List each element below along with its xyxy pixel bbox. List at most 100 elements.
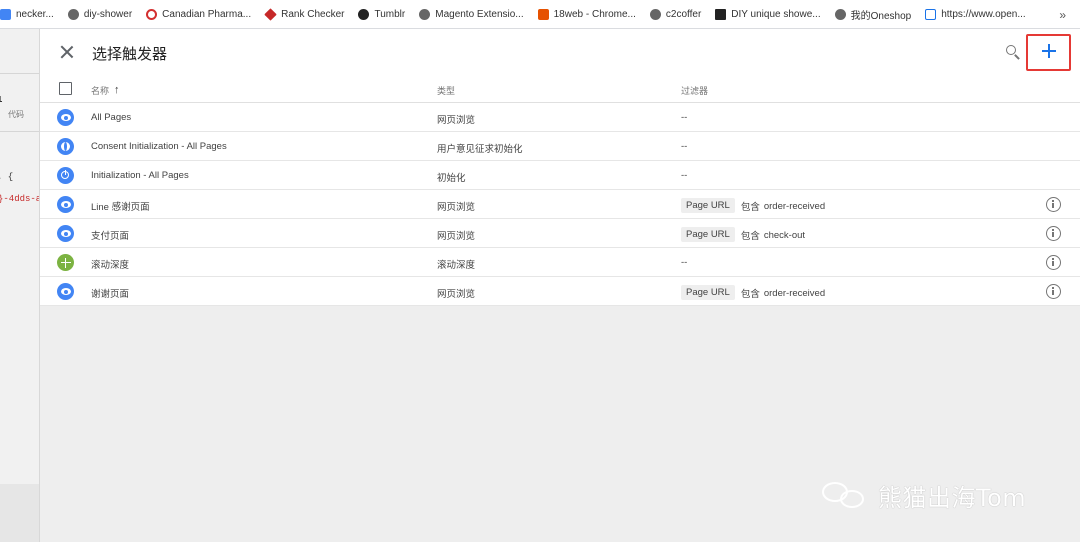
trigger-filter: Page URL 包含 order-received bbox=[681, 197, 826, 213]
search-icon-handle bbox=[1014, 54, 1020, 60]
globe-icon bbox=[649, 8, 661, 20]
trigger-name[interactable]: Line 感谢页面 bbox=[91, 199, 150, 213]
background-text: 代码 bbox=[8, 110, 24, 119]
bookmark-label: diy-shower bbox=[83, 8, 133, 20]
background-text: . { bbox=[0, 172, 14, 182]
web-icon bbox=[537, 8, 549, 20]
globe-icon bbox=[67, 8, 79, 20]
search-icon[interactable] bbox=[1002, 41, 1024, 63]
add-trigger-button[interactable] bbox=[1038, 40, 1060, 62]
bookmark-label: Rank Checker bbox=[281, 8, 345, 20]
trigger-filter: -- bbox=[681, 257, 687, 268]
page-title: 选择触发器 bbox=[92, 46, 168, 63]
bookmark-label: 我的Oneshop bbox=[850, 10, 912, 22]
pageview-icon bbox=[57, 109, 74, 126]
trigger-type: 网页浏览 bbox=[437, 202, 476, 213]
table-row[interactable]: 谢谢页面 网页浏览 Page URL 包含 order-received bbox=[40, 277, 1080, 306]
column-header-filter: 过滤器 bbox=[681, 86, 709, 96]
filter-value: order-received bbox=[763, 287, 826, 299]
filter-variable-chip: Page URL bbox=[681, 284, 735, 300]
sort-arrow-icon: ↑ bbox=[114, 84, 120, 96]
trigger-name[interactable]: 支付页面 bbox=[91, 228, 129, 242]
bookmark-item[interactable]: necker... bbox=[0, 8, 54, 20]
trigger-picker-panel: 选择触发器 名称 ↑ 类型 过滤器 All Pages 网页浏览 -- Cons… bbox=[40, 29, 1080, 542]
trigger-type: 网页浏览 bbox=[437, 115, 476, 126]
bookmark-item[interactable]: 我的Oneshop bbox=[834, 7, 912, 22]
bookmark-label: Tumblr bbox=[374, 8, 406, 20]
trigger-name[interactable]: All Pages bbox=[91, 112, 131, 123]
d-icon bbox=[715, 8, 727, 20]
info-icon[interactable] bbox=[1046, 226, 1061, 241]
bookmark-item[interactable]: Rank Checker bbox=[264, 7, 345, 21]
filter-operator: 包含 bbox=[740, 231, 760, 242]
bookmark-label: 18web - Chrome... bbox=[553, 8, 636, 20]
trigger-name[interactable]: 谢谢页面 bbox=[91, 286, 129, 300]
info-icon[interactable] bbox=[1046, 197, 1061, 212]
bookmark-label: c2coffer bbox=[665, 8, 702, 20]
divider bbox=[0, 73, 39, 74]
info-icon[interactable] bbox=[1046, 284, 1061, 299]
filter-variable-chip: Page URL bbox=[681, 226, 735, 242]
trigger-filter: Page URL 包含 order-received bbox=[681, 284, 826, 300]
table-row[interactable]: Line 感谢页面 网页浏览 Page URL 包含 order-receive… bbox=[40, 190, 1080, 219]
bookmarks-overflow-button[interactable]: » bbox=[1053, 8, 1066, 22]
bookmark-item[interactable]: Tumblr bbox=[358, 8, 406, 20]
trigger-name[interactable]: 滚动深度 bbox=[91, 257, 129, 271]
trigger-type: 网页浏览 bbox=[437, 231, 476, 242]
filter-empty: -- bbox=[681, 112, 688, 123]
page-icon bbox=[0, 8, 11, 20]
trigger-type: 初始化 bbox=[437, 173, 466, 184]
bookmark-label: Magento Extensio... bbox=[435, 8, 524, 20]
column-header-type[interactable]: 类型 bbox=[437, 84, 455, 97]
wechat-logo-icon bbox=[820, 478, 868, 512]
table-row[interactable]: 滚动深度 滚动深度 -- bbox=[40, 248, 1080, 277]
filter-empty: -- bbox=[681, 141, 688, 152]
consent-icon bbox=[57, 138, 74, 155]
column-header-name[interactable]: 名称 ↑ bbox=[91, 84, 120, 97]
bookmark-item[interactable]: Canadian Pharma... bbox=[146, 8, 251, 20]
trigger-name[interactable]: Consent Initialization - All Pages bbox=[91, 141, 227, 152]
bookmark-item[interactable]: c2coffer bbox=[649, 8, 702, 20]
bookmark-item[interactable]: DIY unique showe... bbox=[715, 8, 821, 20]
column-header-label: 名称 bbox=[91, 86, 110, 96]
power-icon bbox=[57, 167, 74, 184]
scroll-icon bbox=[57, 254, 74, 271]
tumblr-icon bbox=[358, 8, 370, 20]
link-icon bbox=[925, 8, 937, 20]
watermark: 熊猫出海Tom bbox=[820, 478, 1026, 512]
background-footer bbox=[0, 484, 39, 542]
divider bbox=[0, 131, 39, 132]
filter-operator: 包含 bbox=[740, 202, 760, 213]
filter-empty: -- bbox=[681, 257, 688, 268]
table-header: 名称 ↑ 类型 过滤器 bbox=[40, 75, 1080, 103]
trigger-filter: Page URL 包含 check-out bbox=[681, 226, 806, 242]
trigger-filter: -- bbox=[681, 141, 687, 152]
watermark-text: 熊猫出海Tom bbox=[878, 483, 1027, 512]
filter-value: check-out bbox=[763, 229, 806, 241]
info-icon[interactable] bbox=[1046, 255, 1061, 270]
panel-header: 选择触发器 bbox=[40, 29, 1080, 75]
bookmark-item[interactable]: diy-shower bbox=[67, 8, 133, 20]
pageview-icon bbox=[57, 225, 74, 242]
trigger-name[interactable]: Initialization - All Pages bbox=[91, 170, 189, 181]
close-icon[interactable] bbox=[56, 41, 78, 63]
filter-value: order-received bbox=[763, 200, 826, 212]
select-all-checkbox[interactable] bbox=[59, 82, 72, 95]
background-text: }-4dds-a bbox=[0, 194, 40, 204]
table-row[interactable]: All Pages 网页浏览 -- bbox=[40, 103, 1080, 132]
globe-icon bbox=[834, 8, 846, 20]
filter-operator: 包含 bbox=[740, 289, 760, 300]
bookmark-item[interactable]: 18web - Chrome... bbox=[537, 8, 636, 20]
bookmark-label: necker... bbox=[16, 8, 54, 20]
wechat-bubble-small bbox=[840, 490, 864, 508]
table-row[interactable]: 支付页面 网页浏览 Page URL 包含 check-out bbox=[40, 219, 1080, 248]
pageview-icon bbox=[57, 283, 74, 300]
circle-icon bbox=[146, 8, 158, 20]
bookmark-item[interactable]: Magento Extensio... bbox=[419, 8, 524, 20]
table-row[interactable]: Initialization - All Pages 初始化 -- bbox=[40, 161, 1080, 190]
trigger-type: 用户意见征求初始化 bbox=[437, 144, 523, 155]
table-row[interactable]: Consent Initialization - All Pages 用户意见征… bbox=[40, 132, 1080, 161]
bookmark-label: DIY unique showe... bbox=[731, 8, 821, 20]
bookmark-item[interactable]: https://www.open... bbox=[925, 8, 1026, 20]
background-text: 1 bbox=[0, 95, 2, 105]
